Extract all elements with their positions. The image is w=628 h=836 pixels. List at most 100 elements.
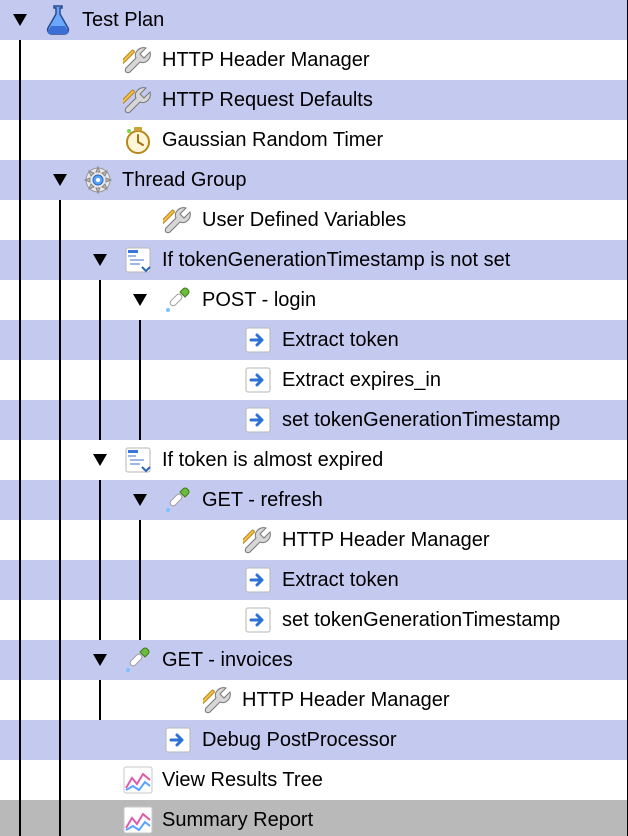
- tree-row-label: HTTP Header Manager: [242, 689, 450, 712]
- tree-row[interactable]: Extract token: [0, 320, 627, 360]
- tree-row[interactable]: GET - refresh: [0, 480, 627, 520]
- expand-toggle: [80, 120, 120, 160]
- indent-cell: [40, 480, 80, 520]
- indent-cell: [0, 400, 40, 440]
- indent-cell: [40, 520, 80, 560]
- chevron-down-icon: [133, 294, 147, 306]
- indent-cell: [40, 200, 80, 240]
- indent-cell: [80, 560, 120, 600]
- tree-row[interactable]: HTTP Header Manager: [0, 680, 627, 720]
- tree-row-label: HTTP Header Manager: [282, 529, 490, 552]
- arrow-icon: [160, 722, 196, 758]
- tree-row[interactable]: Test Plan: [0, 0, 627, 40]
- chevron-down-icon: [13, 14, 27, 26]
- indent-cell: [80, 600, 120, 640]
- wrench-icon: [120, 82, 156, 118]
- tree-row-label: GET - invoices: [162, 649, 293, 672]
- indent-cell: [0, 800, 40, 836]
- dropper-icon: [160, 482, 196, 518]
- indent-cell: [80, 280, 120, 320]
- tree-row[interactable]: POST - login: [0, 280, 627, 320]
- indent-cell: [0, 760, 40, 800]
- indent-cell: [80, 320, 120, 360]
- indent-cell: [40, 640, 80, 680]
- tree-row-label: set tokenGenerationTimestamp: [282, 409, 560, 432]
- tree-row[interactable]: Gaussian Random Timer: [0, 120, 627, 160]
- indent-cell: [80, 520, 120, 560]
- expand-toggle: [200, 520, 240, 560]
- arrow-icon: [240, 322, 276, 358]
- indent-cell: [40, 80, 80, 120]
- indent-cell: [40, 360, 80, 400]
- tree-row[interactable]: HTTP Header Manager: [0, 40, 627, 80]
- tree-row[interactable]: Extract token: [0, 560, 627, 600]
- indent-cell: [0, 80, 40, 120]
- tree-row[interactable]: set tokenGenerationTimestamp: [0, 600, 627, 640]
- indent-cell: [80, 720, 120, 760]
- tree-row[interactable]: User Defined Variables: [0, 200, 627, 240]
- tree-row[interactable]: View Results Tree: [0, 760, 627, 800]
- indent-cell: [40, 600, 80, 640]
- expand-toggle: [200, 320, 240, 360]
- expand-toggle[interactable]: [80, 440, 120, 480]
- expand-toggle[interactable]: [120, 480, 160, 520]
- tree-row-label: View Results Tree: [162, 769, 323, 792]
- dropper-icon: [160, 282, 196, 318]
- expand-toggle: [160, 680, 200, 720]
- tree-row[interactable]: If token is almost expired: [0, 440, 627, 480]
- indent-cell: [40, 440, 80, 480]
- expand-toggle: [120, 720, 160, 760]
- tree-row-label: Gaussian Random Timer: [162, 129, 383, 152]
- tree-row[interactable]: Extract expires_in: [0, 360, 627, 400]
- tree-row[interactable]: set tokenGenerationTimestamp: [0, 400, 627, 440]
- indent-cell: [40, 800, 80, 836]
- tree-row-label: Summary Report: [162, 809, 313, 832]
- indent-cell: [120, 320, 160, 360]
- arrow-icon: [240, 602, 276, 638]
- indent-cell: [40, 760, 80, 800]
- tree-row[interactable]: Thread Group: [0, 160, 627, 200]
- expand-toggle[interactable]: [80, 240, 120, 280]
- expand-toggle[interactable]: [80, 640, 120, 680]
- indent-cell: [40, 720, 80, 760]
- tree-row[interactable]: HTTP Request Defaults: [0, 80, 627, 120]
- indent-cell: [160, 600, 200, 640]
- gear-icon: [80, 162, 116, 198]
- tree-row[interactable]: GET - invoices: [0, 640, 627, 680]
- expand-toggle[interactable]: [120, 280, 160, 320]
- chevron-down-icon: [53, 174, 67, 186]
- tree-row-label: HTTP Header Manager: [162, 49, 370, 72]
- indent-cell: [120, 360, 160, 400]
- arrow-icon: [240, 562, 276, 598]
- tree-row[interactable]: If tokenGenerationTimestamp is not set: [0, 240, 627, 280]
- tree-row[interactable]: Debug PostProcessor: [0, 720, 627, 760]
- indent-cell: [0, 600, 40, 640]
- indent-cell: [120, 520, 160, 560]
- indent-cell: [120, 600, 160, 640]
- expand-toggle: [80, 40, 120, 80]
- indent-cell: [0, 480, 40, 520]
- chevron-down-icon: [133, 494, 147, 506]
- tree-row[interactable]: Summary Report: [0, 800, 627, 836]
- expand-toggle[interactable]: [0, 0, 40, 40]
- expand-toggle[interactable]: [40, 160, 80, 200]
- tree-row-label: Test Plan: [82, 9, 164, 32]
- tree-row-label: Extract token: [282, 569, 399, 592]
- indent-cell: [120, 680, 160, 720]
- indent-cell: [0, 360, 40, 400]
- chevron-down-icon: [93, 254, 107, 266]
- indent-cell: [40, 280, 80, 320]
- indent-cell: [0, 40, 40, 80]
- indent-cell: [80, 480, 120, 520]
- if-icon: [120, 442, 156, 478]
- indent-cell: [160, 400, 200, 440]
- wrench-icon: [120, 42, 156, 78]
- tree-row-label: Extract token: [282, 329, 399, 352]
- tree-row[interactable]: HTTP Header Manager: [0, 520, 627, 560]
- indent-cell: [0, 320, 40, 360]
- expand-toggle: [120, 200, 160, 240]
- expand-toggle: [200, 400, 240, 440]
- arrow-icon: [240, 402, 276, 438]
- indent-cell: [0, 560, 40, 600]
- wrench-icon: [200, 682, 236, 718]
